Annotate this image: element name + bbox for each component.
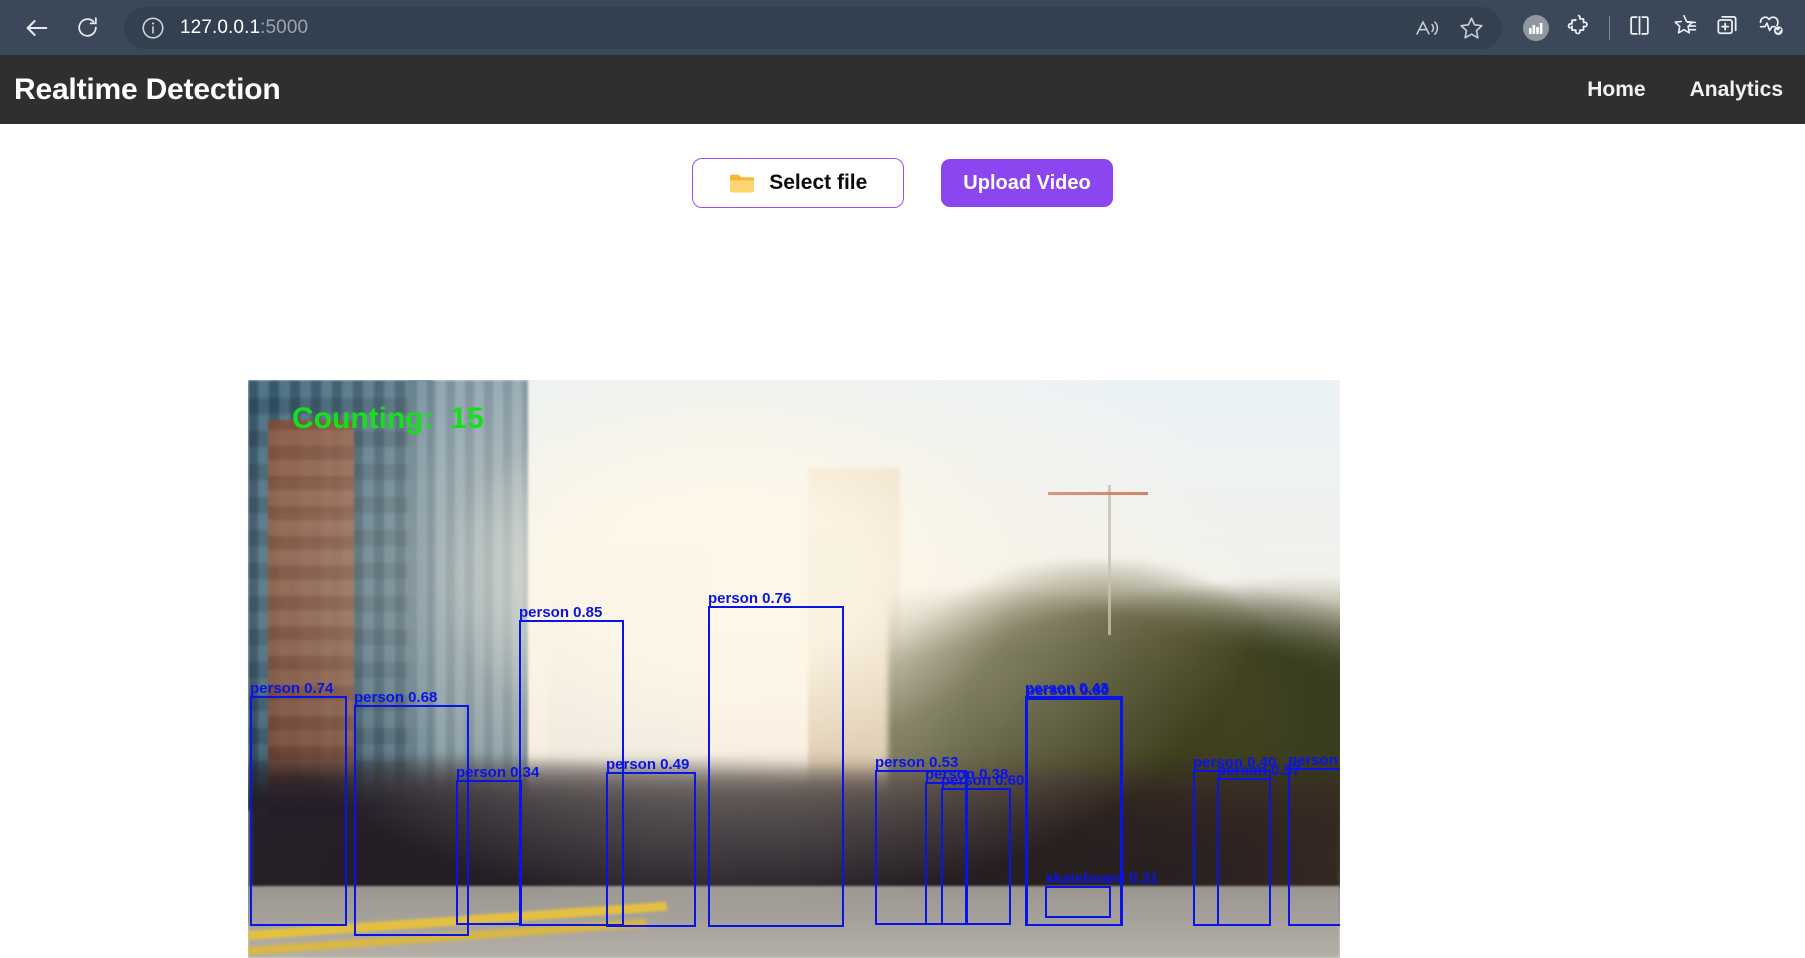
- favorites-list-button[interactable]: [1663, 8, 1703, 48]
- detection-label: skateboard 0.31: [1045, 870, 1159, 887]
- detection-box: [250, 696, 347, 926]
- favorite-star-icon[interactable]: [1454, 11, 1488, 45]
- url-text: 127.0.0.1:5000: [180, 17, 308, 39]
- detection-label: person 0.68: [354, 689, 438, 706]
- collections-button[interactable]: [1707, 8, 1747, 48]
- select-file-label: Select file: [769, 171, 868, 194]
- address-bar[interactable]: 127.0.0.1:5000: [124, 6, 1502, 49]
- upload-controls: Select file Upload Video: [0, 124, 1805, 208]
- detection-overlay: Counting: 15 person 0.74 person 0.68 perso…: [248, 380, 1340, 958]
- counting-label: Counting: 15: [292, 402, 484, 435]
- folder-icon: [729, 173, 755, 194]
- detection-box: [1045, 886, 1111, 918]
- browser-essentials-button[interactable]: [1751, 8, 1791, 48]
- detection-box: [354, 705, 469, 936]
- detection-box: [708, 606, 844, 927]
- equalizer-extension-button[interactable]: [1516, 8, 1556, 48]
- detection-label: person 0.74: [250, 680, 334, 697]
- address-bar-actions: [1410, 11, 1492, 45]
- detection-box: [606, 772, 696, 927]
- detection-label: person 0.60: [941, 772, 1025, 789]
- detection-box: [456, 780, 522, 925]
- app-navbar: Realtime Detection Home Analytics: [0, 55, 1805, 124]
- toolbar-divider: [1609, 15, 1610, 40]
- page-title: Realtime Detection: [14, 72, 281, 106]
- reload-icon: [75, 15, 100, 40]
- extensions-puzzle-icon: [1567, 12, 1593, 43]
- site-info-icon[interactable]: [140, 15, 166, 41]
- browser-essentials-icon: [1758, 12, 1785, 43]
- select-file-button[interactable]: Select file: [692, 158, 905, 208]
- page-body: Select file Upload Video Counting: 15 pe…: [0, 124, 1805, 958]
- detection-box: [1288, 768, 1340, 926]
- reload-button[interactable]: [64, 7, 110, 49]
- nav-link-home[interactable]: Home: [1587, 78, 1645, 102]
- detection-label: person 0.80: [1026, 682, 1110, 699]
- url-host: 127.0.0.1: [180, 16, 261, 38]
- url-port: :5000: [260, 16, 309, 38]
- equalizer-extension-icon: [1523, 14, 1549, 41]
- read-aloud-icon[interactable]: [1410, 11, 1444, 45]
- detection-label: person 0.76: [708, 590, 792, 607]
- browser-toolbar: 127.0.0.1:5000: [0, 0, 1805, 55]
- detection-video[interactable]: Counting: 15 person 0.74 person 0.68 perso…: [248, 380, 1340, 958]
- favorites-list-icon: [1670, 12, 1697, 43]
- collections-icon: [1714, 12, 1740, 43]
- detection-label: person 0.85: [519, 604, 603, 621]
- detection-label: person 0.51: [1288, 752, 1340, 769]
- nav-link-analytics[interactable]: Analytics: [1690, 78, 1783, 102]
- detection-label: person 0.49: [606, 756, 690, 773]
- upload-video-button[interactable]: Upload Video: [941, 159, 1113, 207]
- extensions-button[interactable]: [1560, 8, 1600, 48]
- detection-box: [1217, 778, 1271, 926]
- split-screen-button[interactable]: [1619, 8, 1659, 48]
- back-button[interactable]: [14, 7, 60, 49]
- split-screen-icon: [1627, 13, 1652, 43]
- back-arrow-icon: [23, 14, 51, 42]
- nav-links: Home Analytics: [1587, 78, 1783, 102]
- detection-box: [941, 788, 1011, 925]
